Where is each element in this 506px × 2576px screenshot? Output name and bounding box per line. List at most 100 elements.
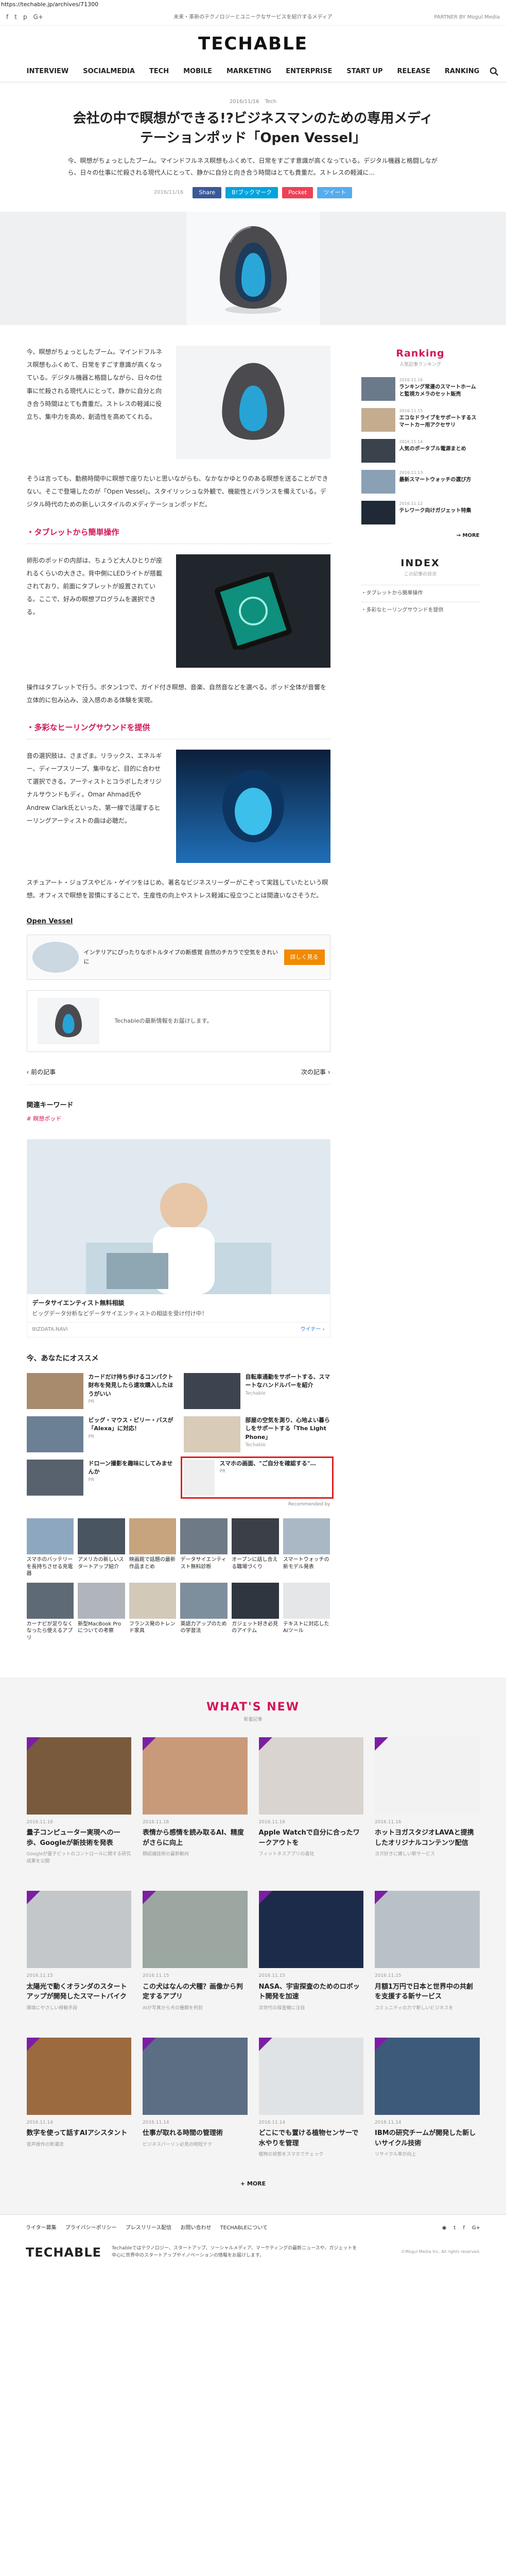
ranking-more-link[interactable]: → MORE bbox=[361, 532, 480, 540]
share-date: 2016/11/16 bbox=[153, 189, 184, 195]
news-card-title: 表情から感情を読み取るAI、精度がさらに向上 bbox=[143, 1829, 244, 1847]
news-card-excerpt: ビジネスパーソン必見の時短テク bbox=[143, 2142, 213, 2147]
news-item[interactable]: カーナビが足りなくなったら使えるアプリ bbox=[26, 1582, 74, 1642]
nav-interview[interactable]: INTERVIEW bbox=[27, 66, 69, 77]
news-thumbnail bbox=[180, 1518, 228, 1555]
news-item[interactable]: フランス発のトレンド家具 bbox=[129, 1582, 177, 1642]
news-card-title: Apple Watchで自分に合ったワークアウトを bbox=[258, 1829, 360, 1847]
news-card[interactable]: 2016.11.15 月額1万円で日本と世界中の共創を支援する新サービス コミュニテ… bbox=[375, 1891, 480, 2012]
ad-banner[interactable]: インテリアにぴったりなボトルタイプの新感覚 自然のチカラで空気をきれいに 詳しく… bbox=[26, 935, 330, 980]
site-logo[interactable]: TECHABLE bbox=[198, 30, 308, 58]
nav-mobile[interactable]: MOBILE bbox=[183, 66, 212, 77]
news-item[interactable]: 英語力アップのための学習法 bbox=[180, 1582, 228, 1642]
recommend-attribution[interactable]: Recommended by bbox=[27, 1501, 330, 1508]
embed-card[interactable]: Techableの最新情報をお届けします。 bbox=[26, 990, 330, 1053]
article-category[interactable]: Tech bbox=[265, 99, 276, 105]
news-item[interactable]: スマホのバッテリーを長持ちさせる充電器 bbox=[26, 1518, 74, 1578]
recommend-item[interactable]: ドローン撮影を趣味にしてみませんか PR bbox=[26, 1459, 173, 1496]
facebook-icon[interactable]: f bbox=[463, 2224, 465, 2232]
promo-card[interactable]: データサイエンティスト無料相談 ビッグデータ分析などデータサイエンティストの相談… bbox=[26, 1139, 330, 1338]
pocket-button[interactable]: Pocket bbox=[282, 187, 313, 198]
news-item[interactable]: アメリカの新しいスタートアップ紹介 bbox=[78, 1518, 125, 1578]
nav-startup[interactable]: START UP bbox=[346, 66, 382, 77]
whats-new-title: WHAT'S NEW bbox=[206, 1701, 300, 1714]
news-card[interactable]: 2016.11.15 この犬はなんの犬種？画像から判定するアプリ AIが写真から犬の… bbox=[143, 1891, 248, 2012]
ranking-date: 2016.11.16 bbox=[399, 377, 423, 382]
news-card[interactable]: 2016.11.15 NASA、宇宙探査のためのロボット開発を加速 次世代の探査機に… bbox=[258, 1891, 363, 2012]
twitter-icon[interactable]: t bbox=[14, 12, 17, 22]
google-plus-icon[interactable]: G+ bbox=[472, 2224, 480, 2232]
ranking-item[interactable]: 2016.11.16 ランキング常連のスマートホームと監視カメラのセット販売 bbox=[361, 377, 480, 401]
prev-article-link[interactable]: ‹ 前の記事 bbox=[27, 1067, 56, 1077]
whats-new-more-button[interactable]: + MORE bbox=[0, 2179, 506, 2189]
nav-ranking[interactable]: RANKING bbox=[445, 66, 479, 77]
news-card[interactable]: 2016.11.14 どこにでも置ける植物センサーで水やりを管理 植物の状態をスマホ… bbox=[258, 2038, 363, 2159]
next-article-link[interactable]: 次の記事 › bbox=[301, 1067, 330, 1077]
news-thumbnail bbox=[78, 1582, 125, 1619]
footer-logo[interactable]: TECHABLE bbox=[26, 2243, 101, 2262]
footer-link-press[interactable]: プレスリリース配信 bbox=[126, 2225, 172, 2231]
ranking-item[interactable]: 2016.11.14 人気のポータブル電源まとめ bbox=[361, 438, 480, 463]
nav-tech[interactable]: TECH bbox=[149, 66, 169, 77]
facebook-icon[interactable]: f bbox=[6, 12, 8, 22]
news-card[interactable]: 2016.11.16 表情から感情を読み取るAI、精度がさらに向上 顔認識技術の最新… bbox=[143, 1737, 248, 1865]
google-plus-icon[interactable]: G+ bbox=[33, 12, 43, 22]
index-item[interactable]: ・多彩なヒーリングサウンドを提供 bbox=[361, 601, 480, 619]
news-card[interactable]: 2016.11.16 Apple Watchで自分に合ったワークアウトを フィットネ… bbox=[258, 1737, 363, 1865]
news-item[interactable]: 映画館で話題の最新作品まとめ bbox=[129, 1518, 177, 1578]
ad-cta-button[interactable]: 詳しく見る bbox=[284, 950, 325, 965]
news-card[interactable]: 2016.11.14 仕事が取れる時間の管理術 ビジネスパーソン必見の時短テク bbox=[143, 2038, 248, 2159]
promo-more-link[interactable]: ウイナー › bbox=[301, 1326, 325, 1334]
footer-link-about[interactable]: TECHABLEについて bbox=[220, 2225, 268, 2231]
hatena-bookmark-button[interactable]: B!ブックマーク bbox=[225, 187, 278, 198]
news-item[interactable]: データサイエンティスト無料診断 bbox=[180, 1518, 228, 1578]
news-card-excerpt: フィットネスアプリの進化 bbox=[258, 1852, 315, 1857]
facebook-share-button[interactable]: Share bbox=[193, 187, 222, 198]
index-item[interactable]: ・タブレットから簡単操作 bbox=[361, 584, 480, 602]
ranking-title-text: ランキング常連のスマートホームと監視カメラのセット販売 bbox=[399, 384, 476, 397]
news-title: オープンに話し合える職場づくり bbox=[232, 1557, 278, 1570]
keyword-tag[interactable]: # 瞑想ポッド bbox=[27, 1114, 330, 1124]
recommend-item[interactable]: カードだけ持ち歩けるコンパクト財布を発見したら速攻購入したほうがいい PR bbox=[26, 1372, 173, 1409]
recommend-item[interactable]: ビッグ・マウス・ビリー・バスが「Alexa」に対応！ PR bbox=[26, 1416, 173, 1452]
rss-icon[interactable]: ◉ bbox=[442, 2224, 447, 2232]
ranking-thumbnail bbox=[361, 377, 395, 401]
nav-marketing[interactable]: MARKETING bbox=[226, 66, 271, 77]
article-body: 今、瞑想がちょっとしたブーム。マインドフルネス瞑想もふくめて、日常をすごす意識が… bbox=[26, 345, 334, 1667]
news-card[interactable]: 2016.11.16 ホットヨガスタジオLAVAと提携したオリジナルコンテンツ配信… bbox=[375, 1737, 480, 1865]
news-card[interactable]: 2016.11.14 IBMの研究チームが開発した新しいサイクル技術 リサイクル率が… bbox=[375, 2038, 480, 2159]
recommend-item[interactable]: 自転車通勤をサポートする、スマートなハンドルバーを紹介 Techable bbox=[183, 1372, 330, 1409]
ranking-item[interactable]: 2016.11.13 最新スマートウォッチの選び方 bbox=[361, 469, 480, 494]
footer-link-writer[interactable]: ライター募集 bbox=[26, 2225, 57, 2231]
promo-caption: データサイエンティスト無料相談 bbox=[32, 1299, 125, 1307]
twitter-icon[interactable]: t bbox=[453, 2224, 456, 2232]
ranking-thumbnail bbox=[361, 500, 395, 524]
news-item[interactable]: オープンに話し合える職場づくり bbox=[232, 1518, 279, 1578]
nav-release[interactable]: RELEASE bbox=[397, 66, 430, 77]
nav-enterprise[interactable]: ENTERPRISE bbox=[286, 66, 332, 77]
nav-socialmedia[interactable]: SOCIALMEDIA bbox=[83, 66, 135, 77]
news-item[interactable]: ガジェット好き必見のアイテム bbox=[232, 1582, 279, 1642]
news-item[interactable]: スマートウォッチの新モデル発表 bbox=[283, 1518, 330, 1578]
whats-new-subtitle: 新着記事 bbox=[243, 1717, 263, 1723]
pinterest-icon[interactable]: p bbox=[23, 12, 27, 22]
recommend-item-highlighted[interactable]: スマホの画面、"ご自分を確認する"… PR bbox=[180, 1456, 334, 1499]
news-card[interactable]: 2016.11.14 数字を使って話すAIアシスタント 音声操作の新潮流 bbox=[26, 2038, 131, 2159]
ranking-item[interactable]: 2016.11.12 テレワーク向けガジェット特集 bbox=[361, 500, 480, 524]
news-card[interactable]: 2016.11.16 量子コンピューター実現への一歩、Googleが新技術を発表 G… bbox=[26, 1737, 131, 1865]
footer-link-privacy[interactable]: プライバシーポリシー bbox=[65, 2225, 117, 2231]
search-icon[interactable] bbox=[490, 67, 499, 76]
tweet-button[interactable]: ツイート bbox=[317, 187, 353, 198]
news-item[interactable]: 新型MacBook Proについての考察 bbox=[78, 1582, 125, 1642]
article-paragraph: 卵形のポッドの内部は、ちょうど大人ひとりが座れるくらいの大きさ。背中側にLEDラ… bbox=[26, 556, 163, 616]
footer-link-contact[interactable]: お問い合わせ bbox=[180, 2225, 211, 2231]
news-item[interactable]: テキストに対応したAIツール bbox=[283, 1582, 330, 1642]
ranking-item[interactable]: 2016.11.15 エコなドライブをサポートするスマートカー用アクセサリ bbox=[361, 408, 480, 432]
news-card[interactable]: 2016.11.15 太陽光で動くオランダのスタートアップが開発したスマートバイク… bbox=[26, 1891, 131, 2012]
address-bar[interactable]: https://techable.jp/archives/71300 bbox=[0, 0, 506, 9]
new-badge bbox=[26, 1737, 40, 1751]
keyword-heading: 関連キーワード bbox=[26, 1101, 74, 1110]
recommend-item[interactable]: 部屋の空気を測り、心地よい暮らしをサポートする「The Light Phone」… bbox=[183, 1416, 330, 1452]
source-link[interactable]: Open Vessel bbox=[27, 917, 330, 927]
partner-label[interactable]: PARTNER BY Mogul Media bbox=[366, 13, 500, 22]
